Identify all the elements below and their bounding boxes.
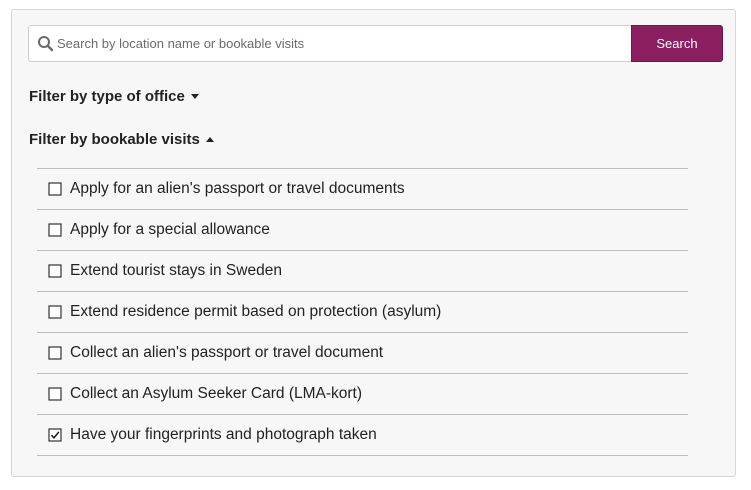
bookable-visits-list: Apply for an alien's passport or travel … (37, 168, 688, 456)
checkbox-unchecked-icon[interactable] (48, 386, 63, 402)
visit-option[interactable]: Apply for a special allowance (37, 210, 688, 251)
search-bar: Search (28, 25, 723, 62)
visit-option[interactable]: Extend tourist stays in Sweden (37, 251, 688, 292)
visit-option-label: Extend tourist stays in Sweden (70, 262, 282, 279)
visit-option-label: Collect an alien's passport or travel do… (70, 344, 384, 361)
filter-bookable-visits-label: Filter by bookable visits (29, 131, 200, 148)
checkbox-unchecked-icon[interactable] (48, 304, 63, 320)
visit-option[interactable]: Extend residence permit based on protect… (37, 292, 688, 333)
caret-down-icon (190, 94, 199, 99)
visit-option-label: Apply for a special allowance (70, 221, 270, 238)
filter-bookable-visits-toggle[interactable]: Filter by bookable visits (29, 131, 214, 148)
visit-option-label: Apply for an alien's passport or travel … (70, 180, 405, 197)
visit-option[interactable]: Collect an Asylum Seeker Card (LMA-kort) (37, 374, 688, 415)
checkbox-unchecked-icon[interactable] (48, 263, 63, 279)
visit-option[interactable]: Collect an alien's passport or travel do… (37, 333, 688, 374)
checkbox-unchecked-icon[interactable] (48, 345, 63, 361)
search-icon (38, 36, 54, 52)
caret-up-icon (205, 137, 214, 142)
search-button[interactable]: Search (631, 25, 723, 62)
search-box[interactable] (28, 25, 632, 62)
filter-office-type-toggle[interactable]: Filter by type of office (29, 88, 199, 105)
checkbox-unchecked-icon[interactable] (48, 181, 63, 197)
visit-option-label: Have your fingerprints and photograph ta… (70, 426, 377, 443)
search-input[interactable] (57, 26, 627, 61)
visit-option-label: Collect an Asylum Seeker Card (LMA-kort) (70, 385, 363, 402)
visit-option[interactable]: Apply for an alien's passport or travel … (37, 169, 688, 210)
filter-office-type-label: Filter by type of office (29, 88, 185, 105)
search-filter-panel: Search Filter by type of office Filter b… (11, 9, 736, 477)
visit-option-label: Extend residence permit based on protect… (70, 303, 442, 320)
visit-option[interactable]: Have your fingerprints and photograph ta… (37, 415, 688, 456)
checkbox-unchecked-icon[interactable] (48, 222, 63, 238)
checkbox-checked-icon[interactable] (48, 427, 63, 443)
